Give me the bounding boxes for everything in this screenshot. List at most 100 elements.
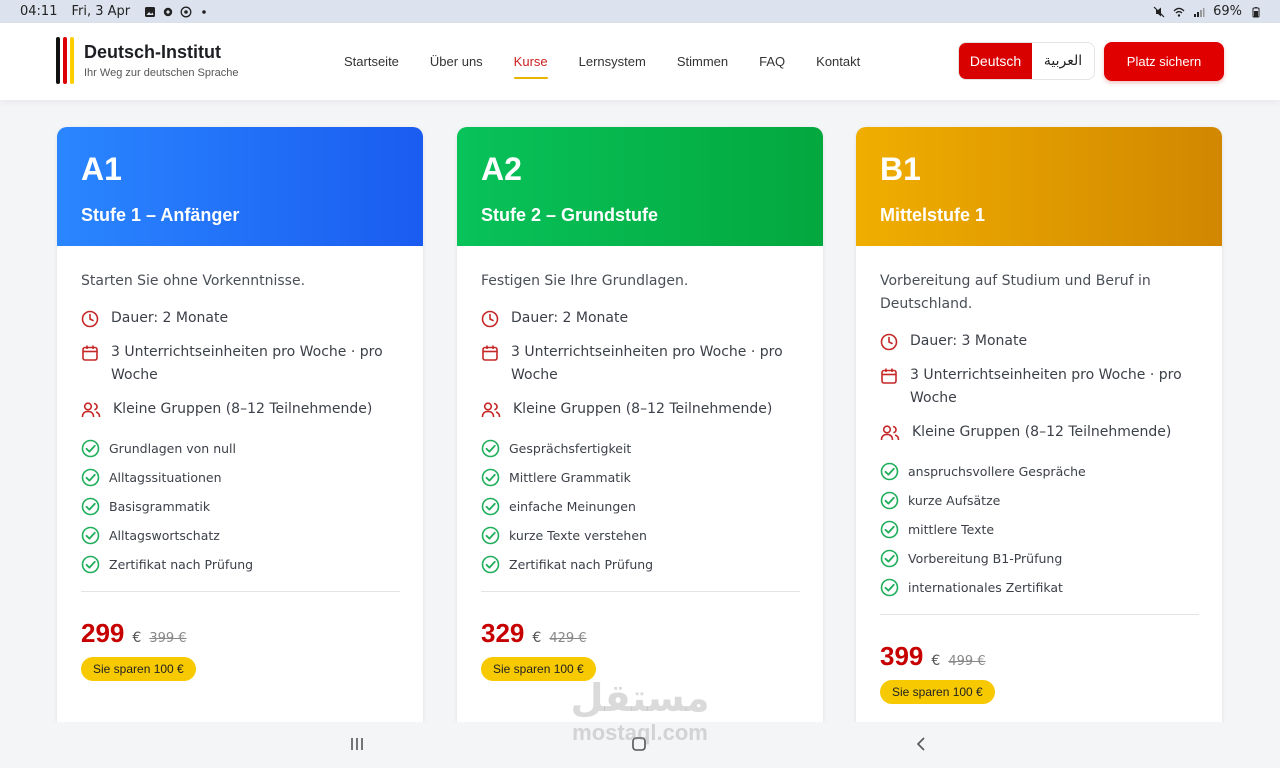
feature-item: kurze Texte verstehen (481, 521, 799, 550)
card-body: Festigen Sie Ihre Grundlagen. Dauer: 2 Mo… (457, 246, 823, 681)
feature-label: Alltagswortschatz (109, 528, 220, 543)
card-body: Vorbereitung auf Studium und Beruf in De… (856, 246, 1222, 704)
battery-icon (1252, 6, 1260, 17)
check-circle-icon (880, 520, 899, 539)
feature-label: Basisgrammatik (109, 499, 211, 514)
feature-item: Basisgrammatik (81, 492, 399, 521)
nav-stimmen[interactable]: Stimmen (677, 48, 728, 75)
duration-text: Dauer: 3 Monate (910, 333, 1028, 349)
feature-item: Mittlere Grammatik (481, 463, 799, 492)
course-meta: Dauer: 2 Monate 3 Unterrichtseinheiten pr… (81, 307, 399, 421)
feature-label: einfache Meinungen (509, 499, 636, 514)
price-currency: € (931, 653, 941, 669)
sessions-text: 3 Unterrichtseinheiten pro Woche · pro W… (511, 344, 783, 383)
nav-kurse[interactable]: Kurse (513, 48, 548, 79)
brand-tagline: Ihr Weg zur deutschen Sprache (84, 67, 239, 79)
recent-apps-icon[interactable] (349, 736, 365, 752)
calendar-icon (82, 345, 98, 361)
users-icon (481, 402, 501, 418)
flag-stripe-gold (70, 37, 74, 84)
course-level: A2 (481, 151, 522, 187)
check-circle-icon (880, 578, 899, 597)
feature-item: Gesprächsfertigkeit (481, 434, 799, 463)
flag-icon (56, 37, 74, 84)
feature-item: Zertifikat nach Prüfung (81, 550, 399, 579)
course-card-a2: A2 Stufe 2 – Grundstufe Festigen Sie Ihre … (457, 127, 823, 727)
dot-icon (202, 9, 206, 14)
status-bar: 04:11 Fri, 3 Apr 69% (0, 0, 1280, 23)
check-circle-icon (81, 468, 100, 487)
savings-badge: Sie sparen 100 € (880, 680, 995, 704)
check-circle-icon (880, 462, 899, 481)
feature-label: Gesprächsfertigkeit (509, 441, 632, 456)
price-block: 329 €429 € (481, 618, 799, 649)
gear-icon (163, 7, 173, 16)
clock-icon (481, 310, 499, 328)
site-header: Deutsch-Institut Ihr Weg zur deutschen S… (0, 23, 1280, 100)
mute-icon (1153, 6, 1165, 17)
sessions-row: 3 Unterrichtseinheiten pro Woche · pro W… (880, 364, 1198, 410)
feature-label: mittlere Texte (908, 522, 995, 537)
price-block: 299 €399 € (81, 618, 399, 649)
clock-icon (880, 333, 898, 351)
price-value: 329 (481, 618, 525, 648)
brand-text: Deutsch-Institut Ihr Weg zur deutschen S… (84, 42, 239, 79)
groups-row: Kleine Gruppen (8–12 Teilnehmende) (880, 421, 1198, 444)
duration-row: Dauer: 2 Monate (481, 307, 799, 330)
feature-label: kurze Texte verstehen (509, 528, 647, 543)
lang-arabic-button[interactable]: العربية (1032, 43, 1094, 79)
feature-item: Alltagswortschatz (81, 521, 399, 550)
feature-label: kurze Aufsätze (908, 493, 1001, 508)
course-description: Festigen Sie Ihre Grundlagen. (481, 273, 689, 289)
flag-stripe-red (63, 37, 67, 84)
savings-badge: Sie sparen 100 € (481, 657, 596, 681)
check-circle-icon (481, 555, 500, 574)
lang-german-button[interactable]: Deutsch (959, 43, 1032, 79)
nav-kontakt[interactable]: Kontakt (816, 48, 860, 75)
feature-label: Zertifikat nach Prüfung (109, 557, 254, 572)
nav-faq[interactable]: FAQ (759, 48, 785, 75)
course-card-a1: A1 Stufe 1 – Anfänger Starten Sie ohne Vor… (57, 127, 423, 727)
duration-row: Dauer: 3 Monate (880, 330, 1198, 353)
platz-sichern-button[interactable]: Platz sichern (1104, 42, 1224, 81)
feature-list: Grundlagen von null Alltagssituationen Bas… (81, 434, 399, 579)
check-circle-icon (81, 555, 100, 574)
brand-logo[interactable]: Deutsch-Institut Ihr Weg zur deutschen S… (56, 37, 239, 84)
check-circle-icon (481, 439, 500, 458)
price-value: 399 (880, 641, 924, 671)
nav-ueber-uns[interactable]: Über uns (430, 48, 483, 75)
card-header: B1 Mittelstufe 1 (856, 127, 1222, 246)
back-icon[interactable] (914, 736, 928, 752)
groups-text: Kleine Gruppen (8–12 Teilnehmende) (912, 424, 1172, 440)
card-divider (481, 591, 800, 592)
course-level: B1 (880, 151, 921, 187)
savings-badge: Sie sparen 100 € (81, 657, 196, 681)
users-icon (880, 425, 900, 441)
feature-item: kurze Aufsätze (880, 486, 1198, 515)
duration-text: Dauer: 2 Monate (511, 310, 629, 326)
nav-startseite[interactable]: Startseite (344, 48, 399, 75)
price-block: 399 €499 € (880, 641, 1198, 672)
duration-text: Dauer: 2 Monate (111, 310, 229, 326)
feature-item: internationales Zertifikat (880, 573, 1198, 602)
check-circle-icon (81, 439, 100, 458)
check-circle-icon (481, 497, 500, 516)
nav-lernsystem[interactable]: Lernsystem (579, 48, 646, 75)
groups-text: Kleine Gruppen (8–12 Teilnehmende) (113, 401, 373, 417)
feature-item: Vorbereitung B1-Prüfung (880, 544, 1198, 573)
course-subtitle: Mittelstufe 1 (880, 205, 986, 225)
check-circle-icon (880, 491, 899, 510)
course-card-b1: B1 Mittelstufe 1 Vorbereitung auf Studium … (856, 127, 1222, 727)
feature-label: Alltagssituationen (109, 470, 222, 485)
sessions-row: 3 Unterrichtseinheiten pro Woche · pro W… (81, 341, 399, 387)
card-header: A2 Stufe 2 – Grundstufe (457, 127, 823, 246)
home-icon[interactable] (631, 736, 647, 752)
duration-row: Dauer: 2 Monate (81, 307, 399, 330)
price-currency: € (132, 630, 142, 646)
sessions-row: 3 Unterrichtseinheiten pro Woche · pro W… (481, 341, 799, 387)
course-description: Starten Sie ohne Vorkenntnisse. (81, 273, 306, 289)
course-subtitle: Stufe 2 – Grundstufe (481, 205, 659, 225)
groups-row: Kleine Gruppen (8–12 Teilnehmende) (81, 398, 399, 421)
course-level: A1 (81, 151, 122, 187)
card-header: A1 Stufe 1 – Anfänger (57, 127, 423, 246)
